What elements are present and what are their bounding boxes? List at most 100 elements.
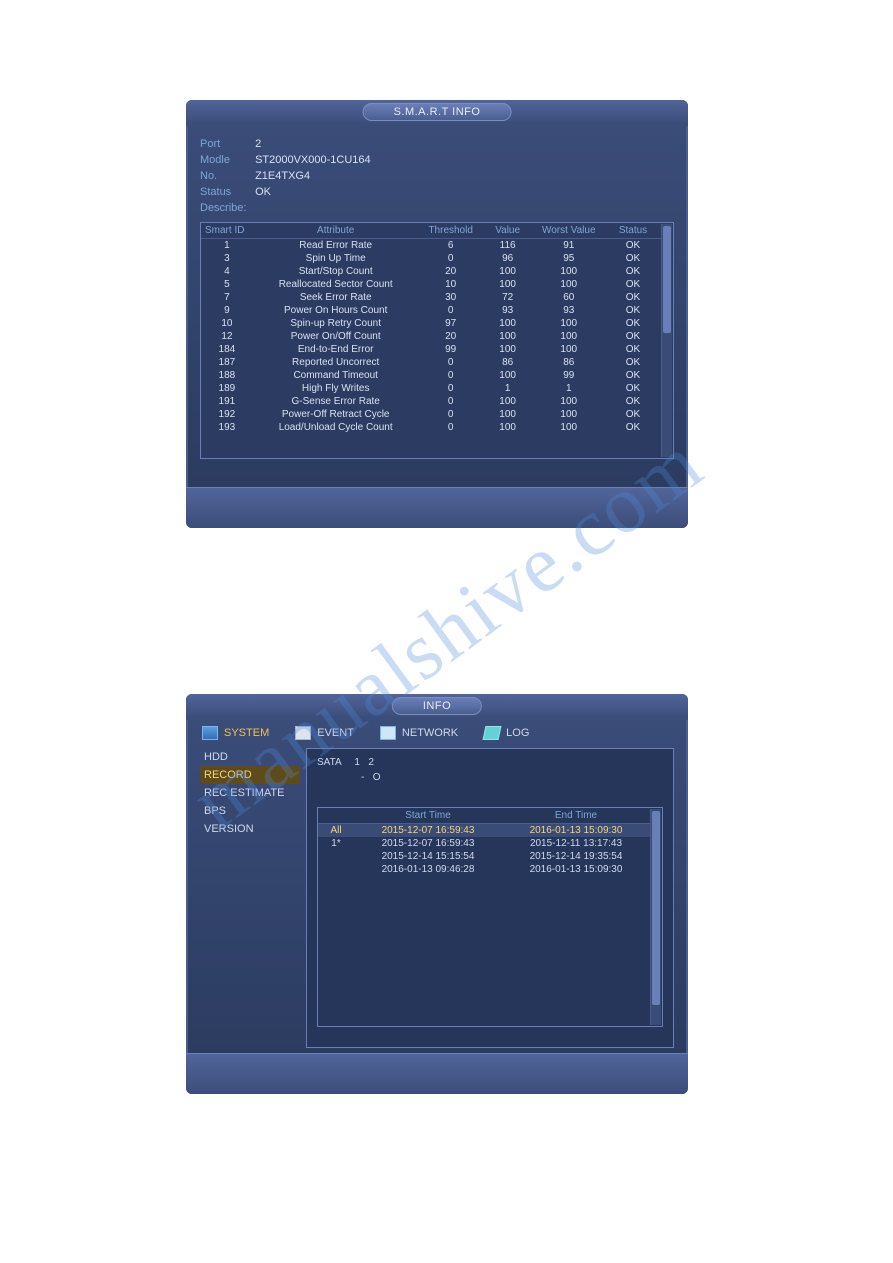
describe-label: Describe: [200, 202, 260, 214]
table-cell: 100 [533, 343, 606, 356]
table-cell: 0 [419, 356, 483, 369]
describe-row: Describe: [200, 202, 674, 214]
table-row[interactable]: All2015-12-07 16:59:432016-01-13 15:09:3… [318, 824, 650, 838]
table-cell: 86 [483, 356, 533, 369]
table-row[interactable]: 2015-12-14 15:15:542015-12-14 19:35:54 [318, 850, 650, 863]
panel-titlebar: S.M.A.R.T INFO [186, 100, 688, 126]
smart-info-panel: S.M.A.R.T INFO Port 2 Modle ST2000VX000-… [186, 100, 688, 528]
table-row[interactable]: 191G-Sense Error Rate0100100OK [201, 395, 661, 408]
table-cell: OK [605, 317, 661, 330]
table-row[interactable]: 4Start/Stop Count20100100OK [201, 265, 661, 278]
table-row[interactable]: 192Power-Off Retract Cycle0100100OK [201, 408, 661, 421]
panel-footer [186, 1053, 688, 1094]
sidebar-item[interactable]: HDD [200, 748, 300, 766]
table-row[interactable]: 1Read Error Rate611691OK [201, 239, 661, 253]
sata-label: SATA [317, 757, 342, 768]
table-cell: OK [605, 408, 661, 421]
page: S.M.A.R.T INFO Port 2 Modle ST2000VX000-… [0, 0, 893, 1263]
tab-log[interactable]: LOG [484, 726, 529, 740]
table-cell: 100 [483, 408, 533, 421]
record-table: Start Time End Time All2015-12-07 16:59:… [318, 808, 650, 876]
table-cell: End-to-End Error [253, 343, 419, 356]
col-idx [318, 808, 354, 824]
tab-system[interactable]: SYSTEM [202, 726, 269, 740]
table-cell: 2015-12-07 16:59:43 [354, 824, 502, 838]
table-cell: OK [605, 382, 661, 395]
panel-titlebar: INFO [186, 694, 688, 720]
sata-indicator-circle: O [373, 772, 381, 783]
tab-bar: SYSTEM EVENT NETWORK LOG [186, 720, 688, 748]
tab-network[interactable]: NETWORK [380, 726, 458, 740]
record-table-header-row: Start Time End Time [318, 808, 650, 824]
sidebar-item[interactable]: RECORD [200, 766, 300, 784]
table-cell: 100 [483, 421, 533, 434]
sidebar-item[interactable]: BPS [200, 802, 300, 820]
table-row[interactable]: 1*2015-12-07 16:59:432015-12-11 13:17:43 [318, 837, 650, 850]
col-worst: Worst Value [533, 223, 606, 239]
table-row[interactable]: 3Spin Up Time09695OK [201, 252, 661, 265]
smart-table-header-row: Smart ID Attribute Threshold Value Worst… [201, 223, 661, 239]
table-cell: OK [605, 343, 661, 356]
table-cell: 193 [201, 421, 253, 434]
table-row[interactable]: 187Reported Uncorrect08686OK [201, 356, 661, 369]
table-cell: 0 [419, 395, 483, 408]
table-cell: 0 [419, 421, 483, 434]
table-cell: 1 [533, 382, 606, 395]
sidebar-item[interactable]: REC ESTIMATE [200, 784, 300, 802]
smart-table-scrollbar[interactable] [661, 224, 672, 457]
table-cell: OK [605, 239, 661, 253]
modle-label: Modle [200, 154, 252, 166]
no-label: No. [200, 170, 252, 182]
table-cell: 4 [201, 265, 253, 278]
status-label: Status [200, 186, 252, 198]
table-cell: 100 [533, 408, 606, 421]
table-cell: Spin Up Time [253, 252, 419, 265]
table-cell: OK [605, 265, 661, 278]
table-row[interactable]: 12Power On/Off Count20100100OK [201, 330, 661, 343]
table-cell: Power On/Off Count [253, 330, 419, 343]
table-cell: 93 [483, 304, 533, 317]
table-cell: 93 [533, 304, 606, 317]
table-cell: 100 [533, 265, 606, 278]
col-start-time: Start Time [354, 808, 502, 824]
col-attribute: Attribute [253, 223, 419, 239]
table-cell: 97 [419, 317, 483, 330]
sata-indicator-dash: - [361, 772, 364, 783]
table-row[interactable]: 2016-01-13 09:46:282016-01-13 15:09:30 [318, 863, 650, 876]
table-cell: OK [605, 356, 661, 369]
scrollbar-thumb[interactable] [663, 226, 671, 333]
col-smart-id: Smart ID [201, 223, 253, 239]
table-cell: OK [605, 421, 661, 434]
table-cell: OK [605, 278, 661, 291]
table-cell: Power On Hours Count [253, 304, 419, 317]
event-icon [295, 726, 311, 740]
tab-log-label: LOG [506, 727, 529, 739]
port-row: Port 2 [200, 138, 674, 150]
table-cell: 191 [201, 395, 253, 408]
table-cell: Power-Off Retract Cycle [253, 408, 419, 421]
table-cell: 20 [419, 265, 483, 278]
table-cell: 12 [201, 330, 253, 343]
table-cell: 2016-01-13 15:09:30 [502, 824, 650, 838]
table-row[interactable]: 188Command Timeout010099OK [201, 369, 661, 382]
table-row[interactable]: 7Seek Error Rate307260OK [201, 291, 661, 304]
info-sidebar: HDDRECORDREC ESTIMATEBPSVERSION [200, 748, 300, 1048]
table-cell: 100 [483, 278, 533, 291]
sidebar-item[interactable]: VERSION [200, 820, 300, 838]
table-row[interactable]: 5Reallocated Sector Count10100100OK [201, 278, 661, 291]
table-row[interactable]: 184End-to-End Error99100100OK [201, 343, 661, 356]
table-cell: 99 [533, 369, 606, 382]
table-row[interactable]: 193Load/Unload Cycle Count0100100OK [201, 421, 661, 434]
table-cell [318, 863, 354, 876]
table-row[interactable]: 9Power On Hours Count09393OK [201, 304, 661, 317]
table-row[interactable]: 10Spin-up Retry Count97100100OK [201, 317, 661, 330]
scrollbar-thumb[interactable] [652, 811, 660, 1005]
record-table-scrollbar[interactable] [650, 809, 661, 1025]
table-cell: 20 [419, 330, 483, 343]
table-row[interactable]: 189High Fly Writes011OK [201, 382, 661, 395]
table-cell: 100 [533, 395, 606, 408]
table-cell: 116 [483, 239, 533, 253]
record-table-container: Start Time End Time All2015-12-07 16:59:… [317, 807, 663, 1027]
col-value: Value [483, 223, 533, 239]
tab-event[interactable]: EVENT [295, 726, 354, 740]
